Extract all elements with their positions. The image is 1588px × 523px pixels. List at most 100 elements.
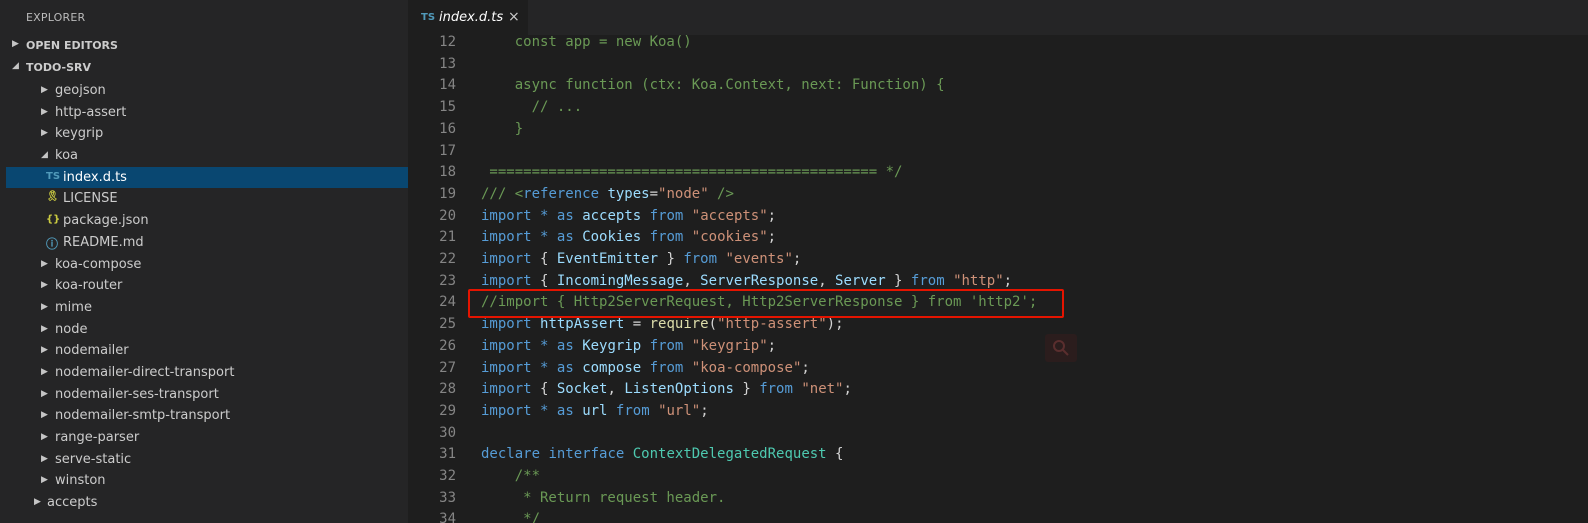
code-token: ; (767, 207, 777, 224)
code-token: "url" (658, 402, 701, 419)
section-todo-srv[interactable]: ◢ TODO-SRV (6, 57, 408, 79)
code-token: reference (523, 185, 600, 202)
code-line[interactable]: 14 async function (ctx: Koa.Context, nex… (408, 75, 1588, 97)
tree-item-label: koa-compose (55, 256, 142, 272)
code-token: IncomingMessage (556, 272, 684, 289)
tree-item[interactable]: ▶ nodemailer-smtp-transport (6, 405, 408, 427)
section-open-editors[interactable]: ▶ OPEN EDITORS (6, 35, 408, 57)
code-token: ; (700, 402, 709, 419)
code-line[interactable]: 15 // ... (408, 97, 1588, 119)
code-line[interactable]: 22 import { EventEmitter } from "events"; (408, 249, 1588, 271)
code-token: Cookies (582, 229, 642, 246)
tree-item[interactable]: ▶ serve-static (6, 449, 408, 471)
code-line[interactable]: 16 } (408, 119, 1588, 141)
tree-item-label: http-assert (55, 104, 127, 120)
tree-item[interactable]: ▶ geojson (6, 80, 408, 102)
code-line[interactable]: 26 import * as Keygrip from "keygrip"; (408, 336, 1588, 358)
code-token: from (759, 381, 793, 398)
code-token: "events" (725, 251, 793, 267)
code-token: */ (481, 511, 541, 523)
tree-item[interactable]: ▶ winston (6, 470, 408, 492)
code-text: */ (481, 511, 540, 523)
tree-item[interactable]: ▶ mime (6, 297, 408, 319)
line-number: 33 (439, 489, 456, 506)
line-number: 24 (439, 294, 456, 311)
line-number: 21 (439, 229, 456, 246)
code-token: "node" (658, 185, 709, 202)
tab-index-d-ts[interactable]: TS index.d.ts × (408, 0, 528, 35)
code-editor[interactable]: 12 const app = new Koa() 13 14 async funct… (408, 35, 1588, 523)
tree-item[interactable]: ▶ nodemailer-ses-transport (6, 384, 408, 406)
code-line[interactable]: 19 /// <reference types="node" /> (408, 184, 1588, 206)
tree-item[interactable]: ▶ koa-router (6, 275, 408, 297)
code-line[interactable]: 29 import * as url from "url"; (408, 401, 1588, 423)
code-text: import * as accepts from "accepts"; (481, 208, 776, 224)
code-token: async function (ctx: Koa.Context, next: … (481, 77, 945, 94)
code-line[interactable]: 13 (408, 54, 1588, 76)
tree-item[interactable]: {} package.json (6, 210, 408, 232)
code-token: "accepts" (691, 207, 768, 224)
tree-item[interactable]: ▶ http-assert (6, 102, 408, 124)
code-token: ; (843, 381, 852, 398)
tree-item-label: LICENSE (63, 191, 118, 207)
code-token: = (624, 316, 650, 333)
tree-item[interactable]: 🎗 LICENSE (6, 188, 408, 210)
chevron-down-icon: ◢ (12, 61, 19, 71)
tree-item[interactable]: ▶ accepts (6, 492, 408, 514)
code-line[interactable]: 18 =====================================… (408, 162, 1588, 184)
tree-item[interactable]: ⓘ README.md (6, 232, 408, 254)
info-icon: ⓘ (46, 236, 59, 251)
code-text: // ... (481, 99, 583, 115)
tree-item[interactable]: ▶ keygrip (6, 123, 408, 145)
code-text: import { Socket, ListenOptions } from "n… (481, 381, 852, 397)
code-text: ========================================… (481, 164, 902, 180)
tree-item[interactable]: ▶ nodemailer (6, 340, 408, 362)
code-token: ListenOptions (624, 381, 734, 398)
chevron-right-icon: ▶ (41, 366, 48, 377)
code-line[interactable]: 27 import * as compose from "koa-compose"… (408, 358, 1588, 380)
code-line[interactable]: 12 const app = new Koa() (408, 35, 1588, 54)
code-line[interactable]: 21 import * as Cookies from "cookies"; (408, 227, 1588, 249)
tree-item[interactable]: TS index.d.ts (6, 166, 408, 189)
code-token: /** (481, 468, 541, 484)
tree-item[interactable]: ◢ koa (6, 145, 408, 167)
close-icon[interactable]: × (508, 9, 520, 25)
code-line[interactable]: 32 /** (408, 466, 1588, 488)
file-tree: ▶ geojson ▶ http-assert ▶ keygrip ◢ koa TS index.… (6, 80, 408, 514)
line-number: 17 (439, 142, 456, 159)
tree-item[interactable]: ▶ node (6, 319, 408, 341)
tree-item[interactable]: ▶ koa-compose (6, 254, 408, 276)
tree-item[interactable]: ▶ nodemailer-direct-transport (6, 362, 408, 384)
code-token: types (607, 185, 650, 202)
code-token: EventEmitter (556, 251, 659, 267)
code-token: = (649, 185, 659, 202)
code-token: { (531, 251, 557, 267)
code-line[interactable]: 28 import { Socket, ListenOptions } from … (408, 379, 1588, 401)
line-number: 15 (439, 99, 456, 116)
code-token: "http" (953, 272, 1004, 289)
code-token: compose (582, 359, 642, 376)
code-line[interactable]: 34 */ (408, 509, 1588, 523)
tree-item-label: koa-router (55, 278, 123, 294)
code-line[interactable]: 17 (408, 141, 1588, 163)
code-line[interactable]: 31 declare interface ContextDelegatedRequ… (408, 444, 1588, 466)
code-token: ; (792, 251, 802, 267)
chevron-right-icon: ▶ (41, 106, 48, 117)
code-line[interactable]: 30 (408, 423, 1588, 445)
tree-item[interactable]: ▶ range-parser (6, 427, 408, 449)
code-token: as (556, 229, 574, 246)
code-text: import * as Cookies from "cookies"; (481, 229, 776, 245)
search-overlay-button[interactable] (1045, 334, 1077, 362)
code-token: import (481, 272, 532, 289)
code-line[interactable]: 33 * Return request header. (408, 488, 1588, 510)
code-line[interactable]: 20 import * as accepts from "accepts"; (408, 206, 1588, 228)
code-text: /** (481, 468, 540, 484)
